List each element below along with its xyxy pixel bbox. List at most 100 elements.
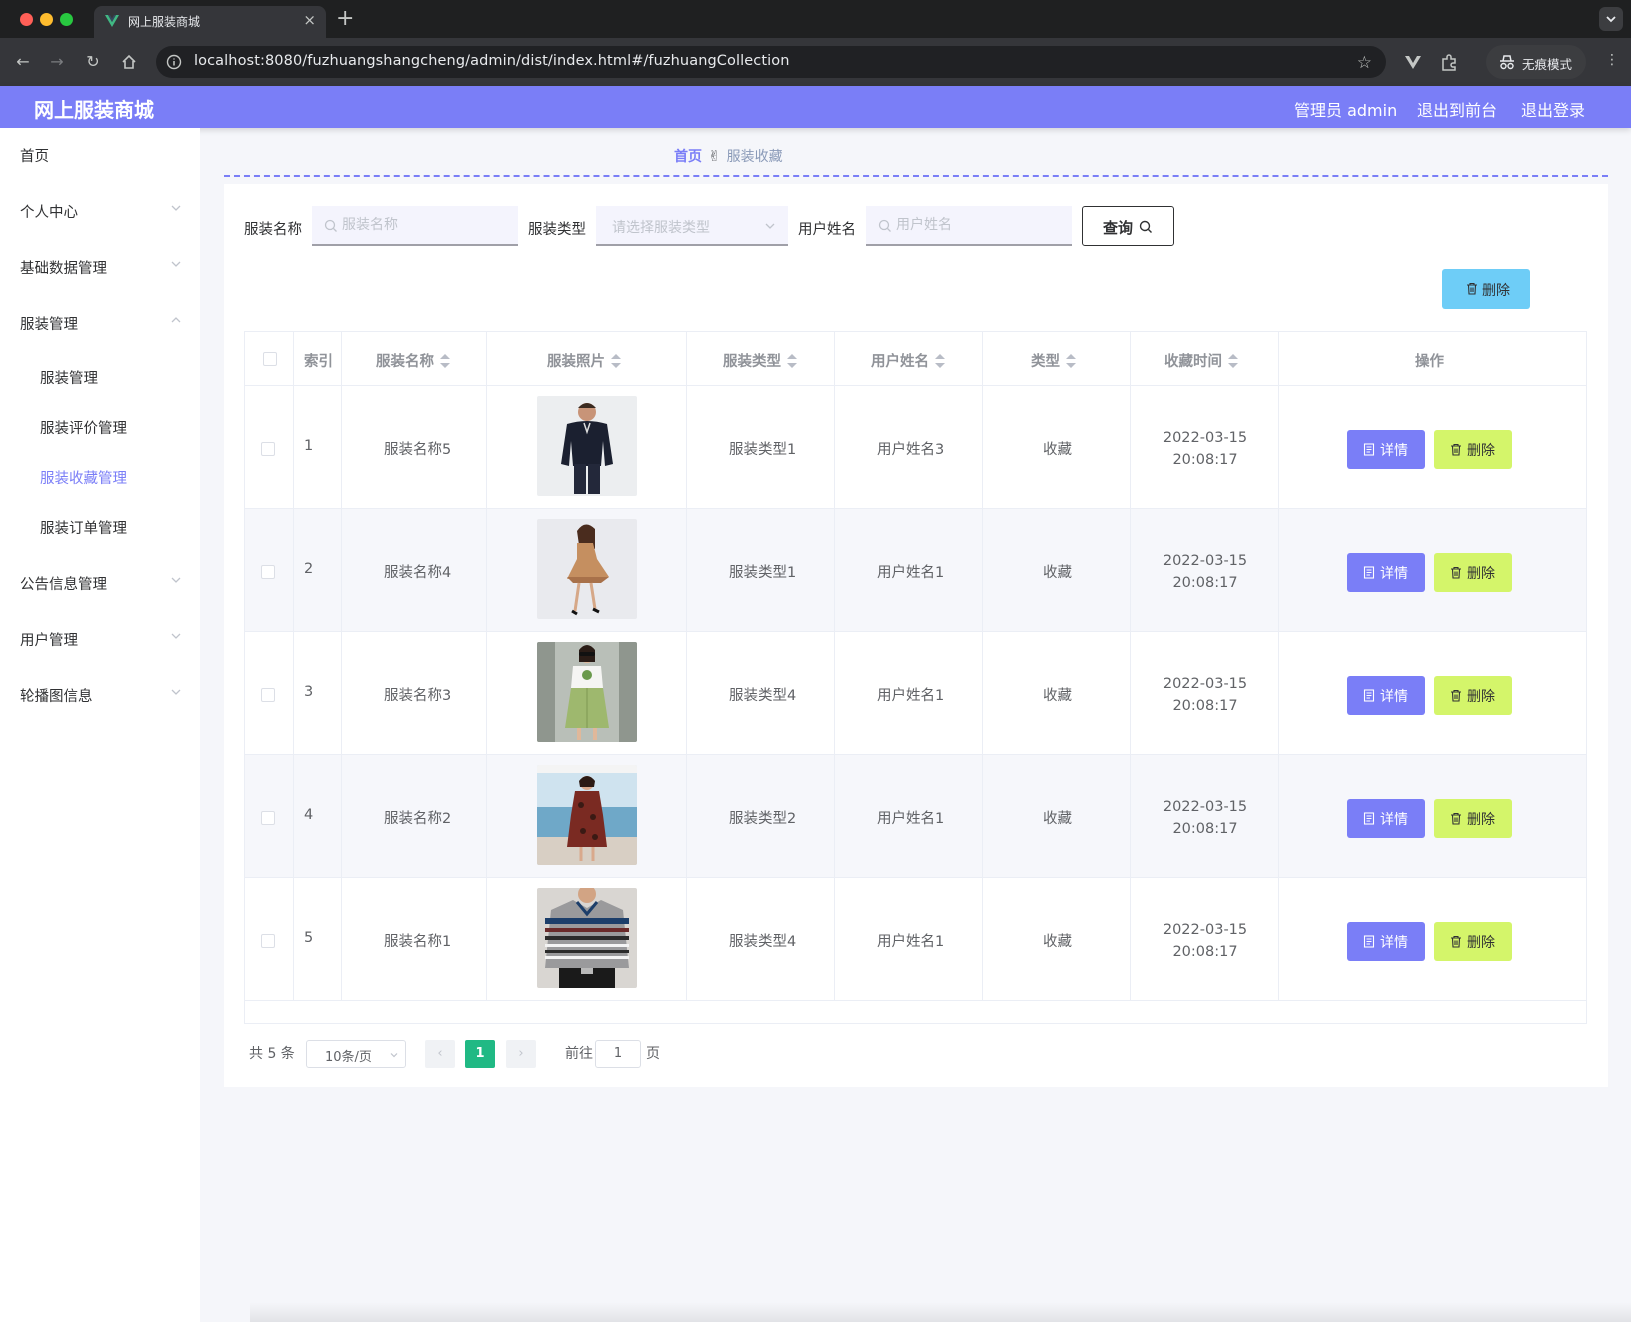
extensions-puzzle-icon[interactable] xyxy=(1438,51,1460,73)
detail-button[interactable]: 详情 xyxy=(1347,676,1425,715)
goto-page-input[interactable]: 1 xyxy=(595,1040,641,1068)
sidebar-item-carousel[interactable]: 轮播图信息 xyxy=(0,668,200,724)
header-cell-kind[interactable]: 类型 xyxy=(983,332,1131,385)
photo-cell xyxy=(487,878,687,1000)
photo-cell xyxy=(487,755,687,877)
clothing-photo-skirt[interactable] xyxy=(537,642,637,742)
search-type-select[interactable]: 请选择服装类型 xyxy=(596,206,788,246)
column-header-index: 索引 xyxy=(304,354,333,370)
detail-button[interactable]: 详情 xyxy=(1347,553,1425,592)
delete-button[interactable]: 删除 xyxy=(1434,922,1512,961)
type-text: 服装类型2 xyxy=(729,811,797,827)
search-user-field[interactable] xyxy=(866,206,1072,246)
time-text: 2022-03-15 20:08:17 xyxy=(1162,922,1248,960)
search-name-input[interactable] xyxy=(342,206,502,244)
trash-icon xyxy=(1451,935,1461,948)
column-header-time: 收藏时间 xyxy=(1164,350,1238,371)
next-page-button[interactable]: › xyxy=(506,1040,536,1068)
window-close-button[interactable] xyxy=(20,13,33,26)
address-bar[interactable]: localhost:8080/fuzhuangshangcheng/admin/… xyxy=(156,46,1386,78)
back-arrow-icon[interactable]: ← xyxy=(12,51,34,73)
detail-button[interactable]: 详情 xyxy=(1347,922,1425,961)
header-cell-photo[interactable]: 服装照片 xyxy=(487,332,687,385)
delete-button-label: 删除 xyxy=(1467,566,1495,582)
page-size-select[interactable]: 10条/页 xyxy=(306,1040,406,1068)
header-cell-type[interactable]: 服装类型 xyxy=(687,332,835,385)
header-cell-time[interactable]: 收藏时间 xyxy=(1131,332,1279,385)
delete-button[interactable]: 删除 xyxy=(1434,430,1512,469)
column-header-user-text: 用户姓名 xyxy=(871,354,929,370)
actions-cell: 详情 删除 xyxy=(1279,878,1586,1000)
home-icon[interactable] xyxy=(118,51,140,73)
site-info-icon[interactable] xyxy=(166,54,182,70)
actions-cell: 详情 删除 xyxy=(1279,509,1586,631)
sidebar-subitem-clothing-review[interactable]: 服装评价管理 xyxy=(0,402,200,452)
vue-devtools-icon[interactable] xyxy=(1402,51,1424,73)
detail-button[interactable]: 详情 xyxy=(1347,430,1425,469)
window-minimize-button[interactable] xyxy=(40,13,53,26)
sort-icon[interactable] xyxy=(1228,354,1238,368)
sort-icon[interactable] xyxy=(787,354,797,368)
header-cell-user[interactable]: 用户姓名 xyxy=(835,332,983,385)
sort-icon[interactable] xyxy=(611,354,621,368)
sort-icon[interactable] xyxy=(935,354,945,368)
clothing-photo-dress[interactable] xyxy=(537,519,637,619)
column-header-type-text: 服装类型 xyxy=(723,354,781,370)
breadcrumb-home[interactable]: 首页 xyxy=(674,149,702,165)
tab-close-icon[interactable]: × xyxy=(303,11,316,29)
browser-tab[interactable]: 网上服装商城 × xyxy=(94,6,326,38)
sidebar-subitem-clothing[interactable]: 服装管理 xyxy=(0,352,200,402)
bookmark-star-icon[interactable]: ☆ xyxy=(1357,53,1372,73)
exit-to-front-link[interactable]: 退出到前台 xyxy=(1417,97,1497,121)
reload-icon[interactable]: ↻ xyxy=(82,51,104,73)
row-checkbox[interactable] xyxy=(261,688,275,702)
search-name-field[interactable] xyxy=(312,206,518,246)
row-select-cell xyxy=(245,878,294,1000)
browser-menu-icon[interactable]: ⋮ xyxy=(1605,52,1619,68)
incognito-badge[interactable]: 无痕模式 xyxy=(1486,45,1586,79)
row-checkbox[interactable] xyxy=(261,565,275,579)
sidebar-item-basic-data[interactable]: 基础数据管理 xyxy=(0,240,200,296)
query-button[interactable]: 查询 xyxy=(1082,206,1174,246)
sidebar-subitem-clothing-collection[interactable]: 服装收藏管理 xyxy=(0,452,200,502)
actions-cell: 详情 删除 xyxy=(1279,632,1586,754)
chevron-down-icon xyxy=(1606,16,1616,23)
forward-arrow-icon[interactable]: → xyxy=(46,51,68,73)
chevron-down-icon xyxy=(171,689,181,695)
window-maximize-button[interactable] xyxy=(60,13,73,26)
page-number-button[interactable]: 1 xyxy=(465,1040,495,1068)
prev-page-button[interactable]: ‹ xyxy=(425,1040,455,1068)
clothing-photo-striped-polo[interactable] xyxy=(537,888,637,988)
row-checkbox[interactable] xyxy=(261,934,275,948)
detail-button[interactable]: 详情 xyxy=(1347,799,1425,838)
delete-button[interactable]: 删除 xyxy=(1434,799,1512,838)
name-cell: 服装名称5 xyxy=(342,386,487,508)
tab-search-button[interactable] xyxy=(1599,7,1623,31)
sidebar-item-announcements[interactable]: 公告信息管理 xyxy=(0,556,200,612)
row-checkbox[interactable] xyxy=(261,811,275,825)
row-select-cell xyxy=(245,386,294,508)
select-all-checkbox[interactable] xyxy=(263,352,277,366)
delete-button[interactable]: 删除 xyxy=(1434,553,1512,592)
clothing-photo-jacket[interactable] xyxy=(537,396,637,496)
row-checkbox[interactable] xyxy=(261,442,275,456)
sidebar-item-users[interactable]: 用户管理 xyxy=(0,612,200,668)
sidebar-menu: 首页 个人中心 基础数据管理 服装管理 服装管理 服装评价管理 服装收藏管理 服… xyxy=(0,128,200,1322)
search-user-input[interactable] xyxy=(896,206,1056,244)
clothing-photo-floral-dress[interactable] xyxy=(537,765,637,865)
header-cell-name[interactable]: 服装名称 xyxy=(342,332,487,385)
sidebar-item-label: 用户管理 xyxy=(20,633,78,649)
sort-icon[interactable] xyxy=(440,354,450,368)
sort-icon[interactable] xyxy=(1066,354,1076,368)
bulk-delete-button[interactable]: 删除 xyxy=(1442,269,1530,309)
detail-button-label: 详情 xyxy=(1380,812,1408,828)
logout-link[interactable]: 退出登录 xyxy=(1521,97,1585,121)
new-tab-icon[interactable]: + xyxy=(336,6,354,31)
sidebar-item-label: 公告信息管理 xyxy=(20,577,107,593)
sidebar-item-home[interactable]: 首页 xyxy=(0,128,200,184)
bulk-delete-label: 删除 xyxy=(1482,283,1510,299)
delete-button[interactable]: 删除 xyxy=(1434,676,1512,715)
sidebar-subitem-clothing-order[interactable]: 服装订单管理 xyxy=(0,502,200,552)
sidebar-item-clothing-management[interactable]: 服装管理 xyxy=(0,296,200,352)
sidebar-item-personal-center[interactable]: 个人中心 xyxy=(0,184,200,240)
